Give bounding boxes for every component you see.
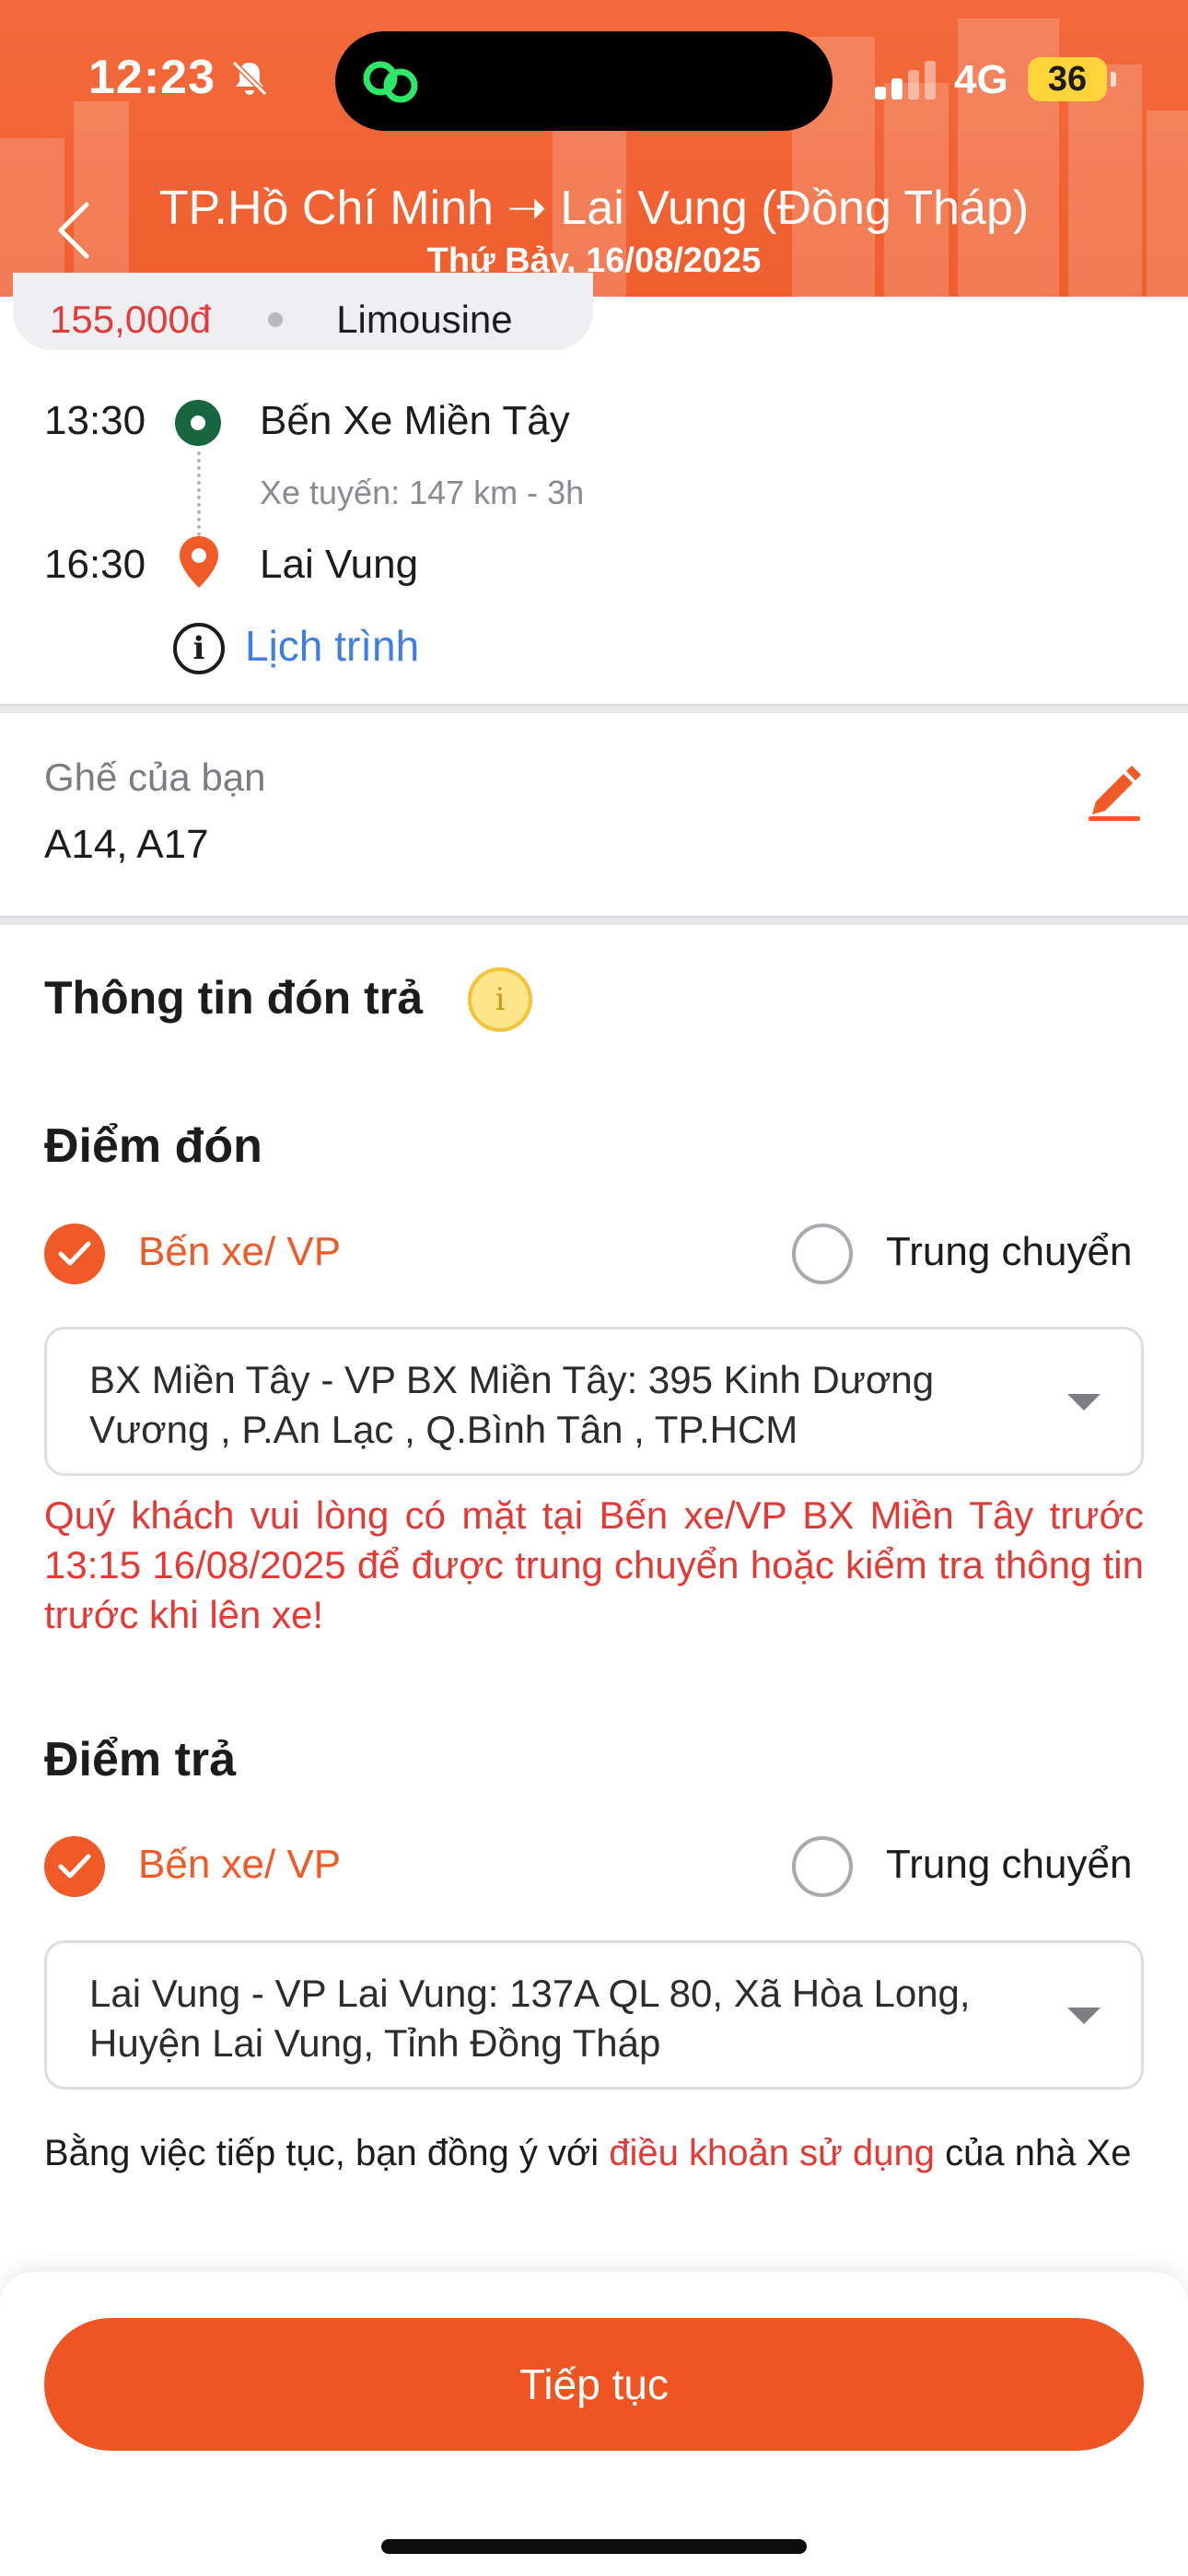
pickup-dropoff-title: Thông tin đón trả (44, 972, 424, 1024)
location-pin-icon (180, 536, 218, 588)
price-chip: 155,000đ Limousine (13, 273, 593, 350)
status-bar: 12:23 4G 36 (0, 0, 1188, 157)
dropoff-station-radio[interactable] (44, 1836, 105, 1897)
terms-link[interactable]: điều khoản sử dụng (609, 2133, 935, 2173)
pickup-transfer-radio[interactable] (792, 1224, 853, 1284)
link-app-icon (363, 61, 418, 103)
checkmark-icon (58, 1241, 91, 1266)
dropoff-title: Điểm trả (44, 1733, 237, 1786)
pickup-title: Điểm đón (44, 1119, 262, 1173)
terms-notice: Bằng việc tiếp tục, bạn đồng ý với điều … (44, 2130, 1144, 2176)
dropoff-station-label[interactable]: Bến xe/ VP (138, 1842, 341, 1888)
checkmark-icon (58, 1854, 91, 1879)
bell-off-icon (231, 60, 268, 97)
bus-type: Limousine (336, 298, 513, 341)
pickup-transfer-label[interactable]: Trung chuyển (886, 1229, 1132, 1275)
network-type: 4G (954, 57, 1008, 102)
pickup-notice: Quý khách vui lòng có mặt tại Bến xe/VP … (44, 1493, 1144, 1636)
schedule-link[interactable]: Lịch trình (245, 621, 419, 671)
route-connector (197, 451, 201, 536)
dropoff-transfer-radio[interactable] (792, 1836, 853, 1897)
departure-stop: Bến Xe Miền Tây (260, 398, 570, 443)
pickup-location-select[interactable]: BX Miền Tây - VP BX Miền Tây: 395 Kinh D… (44, 1327, 1144, 1476)
dropoff-location-select[interactable]: Lai Vung - VP Lai Vung: 137A QL 80, Xã H… (44, 1940, 1144, 2090)
route-title: TP.Hồ Chí Minh ➝ Lai Vung (Đồng Tháp) (158, 181, 1030, 235)
battery-indicator: 36 (1028, 57, 1107, 101)
separator-dot (268, 312, 284, 327)
chevron-left-icon (58, 202, 89, 259)
signal-icon (875, 61, 936, 100)
dropoff-transfer-label[interactable]: Trung chuyển (886, 1842, 1132, 1888)
back-button[interactable] (46, 193, 101, 267)
dropoff-location-value: Lai Vung - VP Lai Vung: 137A QL 80, Xã H… (89, 1972, 971, 2065)
pickup-station-radio[interactable] (44, 1224, 105, 1284)
terms-prefix: Bằng việc tiếp tục, bạn đồng ý với (44, 2133, 610, 2173)
departure-time: 13:30 (44, 398, 146, 443)
section-divider (0, 704, 1188, 713)
departure-dot-icon (175, 400, 221, 446)
seat-label: Ghế của bạn (44, 755, 266, 799)
ticket-price: 155,000đ (50, 298, 212, 341)
status-time: 12:23 (88, 51, 215, 104)
app-header: 12:23 4G 36 TP.Hồ Chí Minh ➝ Lai Vung (Đ… (0, 0, 1188, 297)
pickup-location-value: BX Miền Tây - VP BX Miền Tây: 395 Kinh D… (89, 1358, 935, 1451)
section-divider (0, 916, 1188, 925)
arrival-stop: Lai Vung (260, 542, 419, 587)
home-indicator (381, 2539, 807, 2554)
info-hint-icon[interactable]: i (468, 967, 532, 1032)
arrival-time: 16:30 (44, 542, 146, 587)
battery-tip (1111, 72, 1116, 87)
seat-value: A14, A17 (44, 822, 209, 867)
info-icon: i (173, 623, 225, 674)
terms-suffix: của nhà Xe (934, 2133, 1132, 2173)
chevron-down-icon (1067, 2008, 1101, 2024)
continue-button[interactable]: Tiếp tục (44, 2318, 1144, 2451)
chevron-down-icon (1067, 1394, 1101, 1411)
edit-pencil-icon[interactable] (1083, 757, 1144, 822)
route-distance-info: Xe tuyến: 147 km - 3h (260, 474, 585, 511)
pickup-station-label[interactable]: Bến xe/ VP (138, 1229, 341, 1275)
